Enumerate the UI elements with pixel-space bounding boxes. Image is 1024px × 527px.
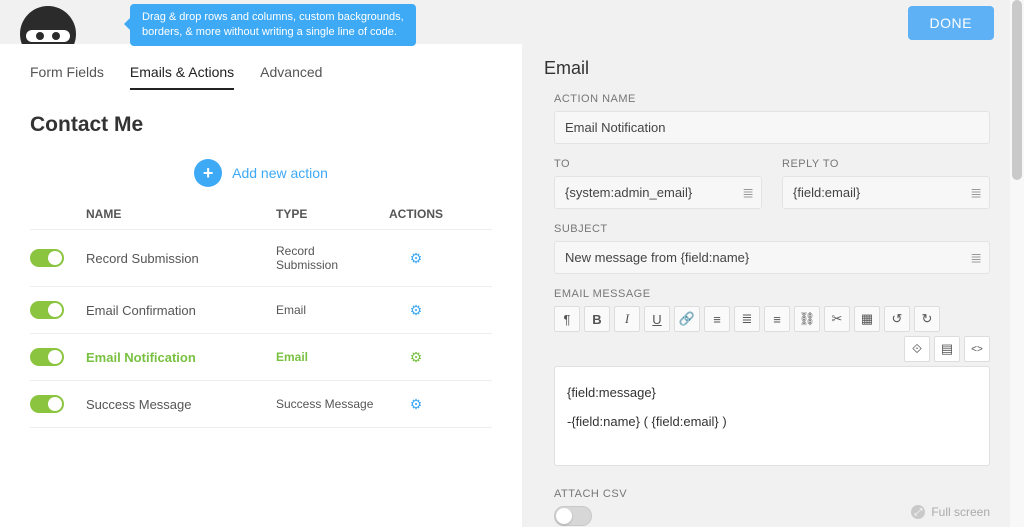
code-icon[interactable]: <> (964, 336, 990, 362)
gear-icon[interactable]: ⚙ (410, 302, 423, 318)
tab-form-fields[interactable]: Form Fields (30, 58, 104, 90)
row-name: Email Confirmation (86, 303, 276, 318)
email-message-label: EMAIL MESSAGE (554, 288, 990, 300)
embed-icon[interactable]: ⟐ (904, 336, 930, 362)
message-line: {field:message} (567, 381, 977, 404)
action-name-input[interactable] (554, 111, 990, 144)
toggle[interactable] (30, 395, 64, 413)
attach-csv-label: ATTACH CSV (554, 488, 990, 500)
col-name: NAME (86, 207, 276, 221)
unlink-icon[interactable]: ✂ (824, 306, 850, 332)
tabs: Form Fields Emails & Actions Advanced (0, 58, 522, 91)
attach-csv-toggle[interactable] (554, 506, 592, 526)
row-type: Record Submission (276, 244, 376, 272)
row-type: Email (276, 350, 376, 364)
undo-icon[interactable]: ↺ (884, 306, 910, 332)
to-input[interactable] (554, 176, 762, 209)
reply-to-input[interactable] (782, 176, 990, 209)
redo-icon[interactable]: ↻ (914, 306, 940, 332)
editor-toolbar-right: ⟐ ▤ <> (554, 336, 990, 362)
chain-icon[interactable]: ⛓ (794, 306, 820, 332)
paragraph-icon[interactable]: ¶ (554, 306, 580, 332)
list-icon[interactable]: ≣ (742, 184, 754, 201)
table-icon[interactable]: ▦ (854, 306, 880, 332)
actions-table: NAME TYPE ACTIONS Record Submission Reco… (0, 197, 522, 428)
tab-advanced[interactable]: Advanced (260, 58, 322, 90)
done-button[interactable]: DONE (908, 6, 994, 40)
tab-emails-actions[interactable]: Emails & Actions (130, 58, 234, 90)
table-row[interactable]: Record Submission Record Submission ⚙ (30, 230, 492, 287)
unordered-list-icon[interactable]: ≣ (734, 306, 760, 332)
left-panel: Form Fields Emails & Actions Advanced Co… (0, 44, 522, 527)
ninja-logo (18, 0, 78, 44)
grid-icon[interactable]: ▤ (934, 336, 960, 362)
action-name-label: ACTION NAME (544, 93, 990, 105)
row-name: Email Notification (86, 350, 276, 365)
toggle[interactable] (30, 301, 64, 319)
scrollbar-thumb[interactable] (1012, 0, 1022, 180)
list-icon[interactable]: ≣ (970, 184, 982, 201)
ordered-list-icon[interactable]: ≡ (704, 306, 730, 332)
gear-icon[interactable]: ⚙ (410, 250, 423, 266)
subject-label: SUBJECT (554, 223, 990, 235)
fullscreen-label: Full screen (931, 505, 990, 519)
expand-icon: ⤢ (911, 505, 925, 519)
add-action-label[interactable]: Add new action (232, 165, 328, 181)
table-row[interactable]: Email Confirmation Email ⚙ (30, 287, 492, 334)
col-actions: ACTIONS (376, 207, 456, 221)
gear-icon[interactable]: ⚙ (410, 349, 423, 365)
tooltip-line1: Drag & drop rows and columns, custom bac… (142, 11, 404, 23)
fullscreen-button[interactable]: ⤢ Full screen (911, 505, 990, 519)
plus-icon[interactable]: + (194, 159, 222, 187)
col-type: TYPE (276, 207, 376, 221)
table-row[interactable]: Email Notification Email ⚙ (30, 334, 492, 381)
add-action-row[interactable]: + Add new action (0, 145, 522, 197)
list-icon[interactable]: ≣ (970, 249, 982, 266)
tooltip-line2: borders, & more without writing a single… (142, 26, 397, 38)
editor-toolbar: ¶ B I U 🔗 ≡ ≣ ≡ ⛓ ✂ ▦ ↺ ↻ (554, 306, 990, 332)
italic-icon[interactable]: I (614, 306, 640, 332)
toggle[interactable] (30, 348, 64, 366)
underline-icon[interactable]: U (644, 306, 670, 332)
email-message-editor[interactable]: {field:message} -{field:name} ( {field:e… (554, 366, 990, 466)
header: Drag & drop rows and columns, custom bac… (0, 0, 1024, 44)
row-type: Email (276, 303, 376, 317)
panel-title: Email (544, 58, 990, 79)
row-name: Success Message (86, 397, 276, 412)
scrollbar[interactable] (1010, 0, 1024, 527)
subject-input[interactable] (554, 241, 990, 274)
row-name: Record Submission (86, 251, 276, 266)
page-title: Contact Me (0, 91, 522, 145)
to-label: TO (554, 158, 762, 170)
reply-to-label: REPLY TO (782, 158, 990, 170)
table-row[interactable]: Success Message Success Message ⚙ (30, 381, 492, 428)
promo-tooltip: Drag & drop rows and columns, custom bac… (130, 4, 416, 46)
bold-icon[interactable]: B (584, 306, 610, 332)
table-header: NAME TYPE ACTIONS (30, 197, 492, 230)
message-line: -{field:name} ( {field:email} ) (567, 410, 977, 433)
gear-icon[interactable]: ⚙ (410, 396, 423, 412)
right-panel: Email ACTION NAME TO ≣ REPLY TO ≣ (522, 44, 1024, 527)
link-icon[interactable]: 🔗 (674, 306, 700, 332)
row-type: Success Message (276, 397, 376, 411)
align-icon[interactable]: ≡ (764, 306, 790, 332)
toggle[interactable] (30, 249, 64, 267)
